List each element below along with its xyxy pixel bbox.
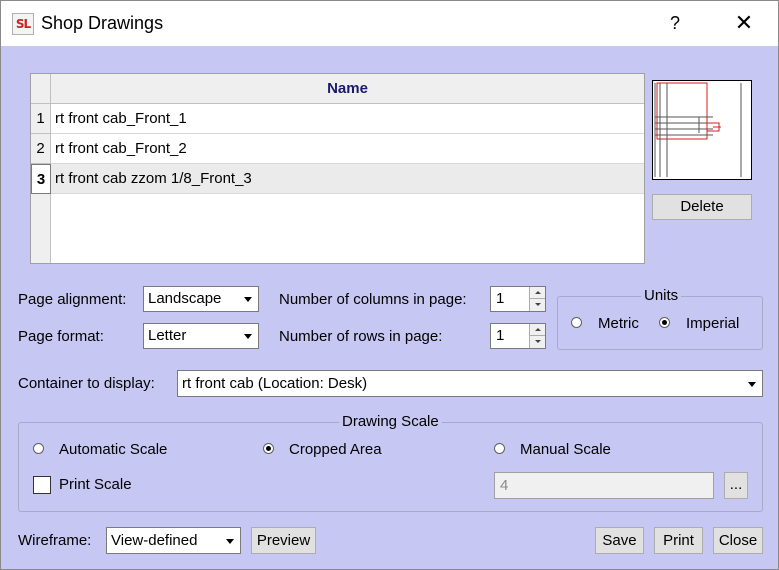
help-button[interactable]: ?: [665, 10, 685, 36]
rows-stepper[interactable]: 1: [490, 323, 546, 349]
container-label: Container to display:: [18, 375, 155, 392]
row-number[interactable]: 1: [31, 104, 51, 134]
print-scale-label[interactable]: Print Scale: [59, 476, 132, 493]
app-logo-icon: SL: [12, 13, 34, 35]
row-number[interactable]: 2: [31, 134, 51, 164]
row-name-cell[interactable]: rt front cab_Front_1: [51, 104, 644, 134]
save-button[interactable]: Save: [595, 527, 644, 554]
chevron-down-icon: [244, 334, 252, 339]
browse-scale-button[interactable]: ...: [724, 472, 748, 499]
metric-label[interactable]: Metric: [598, 315, 639, 332]
manual-scale-input[interactable]: 4: [494, 472, 714, 499]
stepper-up-icon[interactable]: [529, 324, 545, 336]
page-alignment-label: Page alignment:: [18, 291, 127, 308]
rows-value[interactable]: 1: [496, 327, 504, 344]
table-row[interactable]: 1 rt front cab_Front_1: [31, 104, 644, 134]
column-header-name[interactable]: Name: [51, 74, 644, 104]
imperial-label[interactable]: Imperial: [686, 315, 739, 332]
close-window-button[interactable]: ✕: [731, 10, 757, 36]
drawing-preview-thumbnail: [652, 80, 752, 180]
print-button[interactable]: Print: [654, 527, 703, 554]
drawing-preview-graphic: [654, 82, 742, 177]
imperial-radio[interactable]: [659, 317, 670, 328]
page-format-select[interactable]: Letter: [143, 323, 259, 349]
columns-label: Number of columns in page:: [279, 291, 467, 308]
drawing-scale-group: Drawing Scale Automatic Scale Cropped Ar…: [18, 413, 763, 512]
row-name-cell[interactable]: rt front cab zzom 1/8_Front_3: [51, 164, 644, 194]
table-row-selected[interactable]: 3 rt front cab zzom 1/8_Front_3: [31, 164, 644, 194]
row-number[interactable]: 3: [31, 164, 51, 194]
wireframe-label: Wireframe:: [18, 532, 92, 549]
page-alignment-select[interactable]: Landscape: [143, 286, 259, 312]
shop-drawings-dialog: SL Shop Drawings ? ✕ Name 1 rt front cab…: [0, 0, 779, 570]
units-group-title: Units: [641, 287, 682, 304]
chevron-down-icon: [244, 297, 252, 302]
delete-button[interactable]: Delete: [652, 194, 752, 220]
page-alignment-value: Landscape: [148, 290, 222, 307]
stepper-down-icon[interactable]: [529, 299, 545, 311]
manual-scale-radio[interactable]: [494, 443, 505, 454]
wireframe-select[interactable]: View-defined: [106, 527, 241, 554]
columns-value[interactable]: 1: [496, 290, 504, 307]
title-bar: SL Shop Drawings ? ✕: [1, 1, 778, 46]
cropped-area-label[interactable]: Cropped Area: [289, 441, 382, 458]
row-name-cell[interactable]: rt front cab_Front_2: [51, 134, 644, 164]
print-scale-checkbox[interactable]: [33, 476, 51, 494]
manual-scale-label[interactable]: Manual Scale: [520, 441, 611, 458]
stepper-down-icon[interactable]: [529, 336, 545, 348]
chevron-down-icon: [226, 538, 234, 544]
chevron-down-icon: [748, 381, 756, 387]
page-format-label: Page format:: [18, 328, 104, 345]
preview-button[interactable]: Preview: [251, 527, 316, 554]
rows-label: Number of rows in page:: [279, 328, 443, 345]
units-group: Units Metric Imperial: [557, 287, 763, 350]
drawings-table[interactable]: Name 1 rt front cab_Front_1 2 rt front c…: [30, 73, 645, 264]
automatic-scale-radio[interactable]: [33, 443, 44, 454]
page-format-value: Letter: [148, 327, 187, 344]
container-select[interactable]: rt front cab (Location: Desk): [177, 370, 763, 397]
stepper-up-icon[interactable]: [529, 287, 545, 299]
wireframe-value: View-defined: [111, 532, 198, 549]
metric-radio[interactable]: [571, 317, 582, 328]
columns-stepper[interactable]: 1: [490, 286, 546, 312]
drawing-scale-title: Drawing Scale: [339, 413, 442, 430]
table-row[interactable]: 2 rt front cab_Front_2: [31, 134, 644, 164]
automatic-scale-label[interactable]: Automatic Scale: [59, 441, 167, 458]
window-title: Shop Drawings: [41, 13, 164, 33]
container-value: rt front cab (Location: Desk): [182, 375, 368, 392]
table-corner: [31, 74, 51, 104]
close-button[interactable]: Close: [713, 527, 763, 554]
cropped-area-radio[interactable]: [263, 443, 274, 454]
